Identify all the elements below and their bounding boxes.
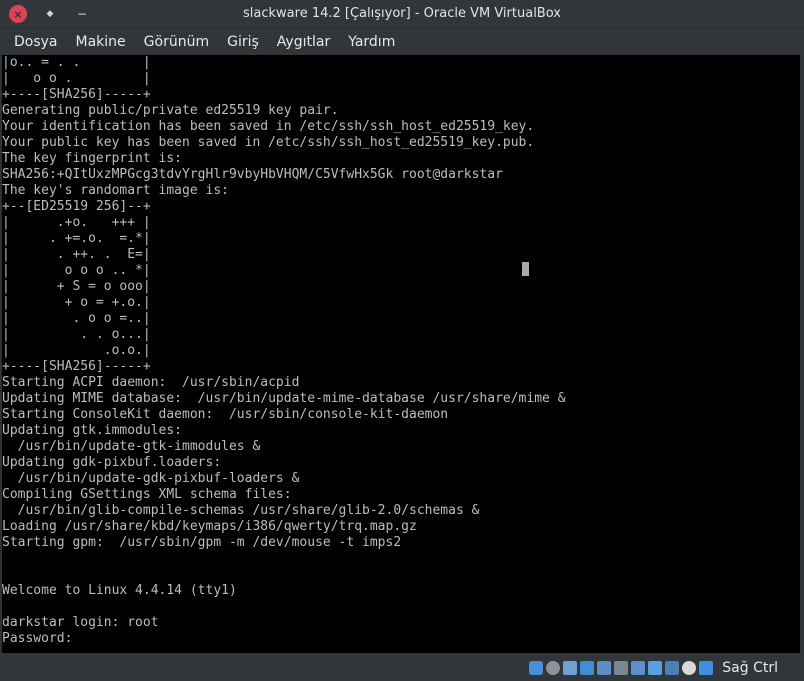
network-icon[interactable] xyxy=(580,660,595,675)
menu-item-aygitlar[interactable]: Aygıtlar xyxy=(277,34,330,50)
host-key-label: Sağ Ctrl xyxy=(722,659,778,676)
menu-item-giris[interactable]: Giriş xyxy=(227,34,259,50)
window-title: slackware 14.2 [Çalışıyor] - Oracle VM V… xyxy=(243,6,561,21)
status-bar: Sağ Ctrl xyxy=(0,654,804,681)
status-icons xyxy=(529,660,716,675)
menu-item-makine[interactable]: Makine xyxy=(76,34,126,50)
vm-console-screen[interactable]: |o.. = . . | | o o . | +----[SHA256]----… xyxy=(2,55,800,653)
menu-item-yardim[interactable]: Yardım xyxy=(348,34,395,50)
audio-icon[interactable] xyxy=(563,660,578,675)
disk-icon[interactable] xyxy=(529,660,544,675)
cpu-icon[interactable] xyxy=(665,660,680,675)
mouse-integration-icon[interactable] xyxy=(682,660,697,675)
menu-bar: Dosya Makine Görünüm Giriş Aygıtlar Yard… xyxy=(0,29,804,54)
menu-item-gorunum[interactable]: Görünüm xyxy=(144,34,209,50)
usb-icon[interactable] xyxy=(597,660,612,675)
console-output: |o.. = . . | | o o . | +----[SHA256]----… xyxy=(2,55,566,646)
mouse-cursor-block xyxy=(522,262,529,276)
menu-item-dosya[interactable]: Dosya xyxy=(14,34,58,50)
record-icon[interactable] xyxy=(648,660,663,675)
keyboard-capture-icon[interactable] xyxy=(699,660,714,675)
shared-folder-icon[interactable] xyxy=(614,660,629,675)
optical-icon[interactable] xyxy=(546,660,561,675)
title-bar: × ◆ − slackware 14.2 [Çalışıyor] - Oracl… xyxy=(0,0,804,29)
display-icon[interactable] xyxy=(631,660,646,675)
